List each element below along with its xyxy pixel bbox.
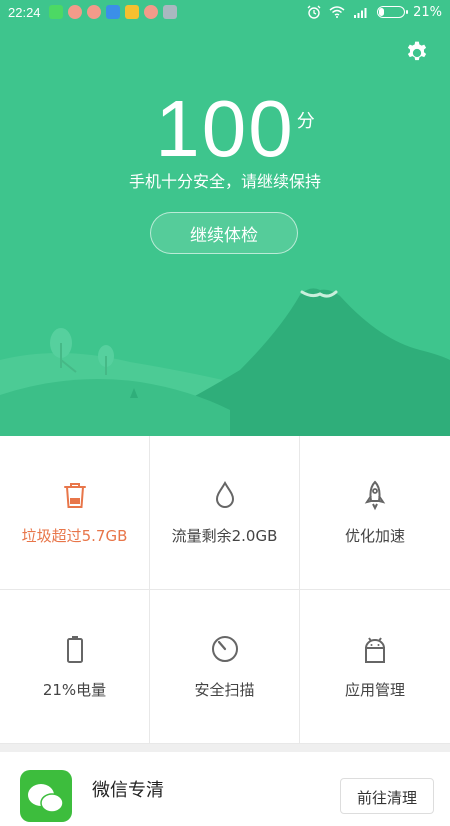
tool-app-manager[interactable]: 应用管理	[300, 590, 450, 744]
go-clean-button[interactable]: 前往清理	[340, 778, 434, 814]
avatar-icon	[143, 5, 158, 19]
battery-icon	[377, 6, 409, 18]
wechat-icon	[48, 5, 63, 19]
tool-scan-label: 安全扫描	[194, 681, 255, 699]
status-time: 22:24	[8, 4, 41, 20]
droplet-icon	[215, 480, 234, 508]
trash-icon	[63, 483, 86, 508]
gear-icon[interactable]	[404, 40, 430, 66]
tool-battery-label: 21%电量	[42, 681, 107, 699]
wechat-clean-card[interactable]: 微信专清 前往清理	[0, 752, 450, 822]
app-icon	[124, 5, 139, 19]
tool-grid: 垃圾超过5.7GB 流量剩余2.0GB 优化加速 21%电量 安全扫描 应用管理	[0, 436, 450, 744]
wechat-icon	[20, 770, 72, 822]
alarm-icon	[307, 5, 321, 19]
tool-data-label: 流量剩余2.0GB	[171, 527, 278, 545]
score-value: 100 分	[155, 84, 314, 173]
tool-optimize[interactable]: 优化加速	[300, 436, 450, 590]
cloud-icon	[105, 5, 120, 19]
score-subtitle: 手机十分安全，请继续保持	[128, 172, 321, 191]
avatar-icon	[67, 5, 82, 19]
status-bar: 22:24 21%	[0, 0, 450, 24]
android-icon	[364, 637, 386, 663]
tool-optimize-label: 优化加速	[344, 527, 405, 545]
mail-icon	[162, 5, 177, 19]
tool-app-label: 应用管理	[344, 681, 405, 699]
tool-cleanup-label: 垃圾超过5.7GB	[21, 527, 128, 545]
continue-check-button[interactable]: 继续体检	[150, 212, 298, 254]
tool-battery[interactable]: 21%电量	[0, 590, 150, 744]
section-divider	[0, 744, 450, 752]
tool-cleanup[interactable]: 垃圾超过5.7GB	[0, 436, 150, 590]
status-right: 21%	[307, 0, 442, 24]
battery-text: 21%	[413, 4, 442, 20]
avatar-icon	[86, 5, 101, 19]
card-title: 微信专清	[92, 780, 164, 801]
battery-icon	[66, 636, 83, 663]
wifi-icon	[329, 6, 345, 18]
tool-data-usage[interactable]: 流量剩余2.0GB	[150, 436, 300, 590]
score-number: 100	[155, 84, 295, 173]
score-unit: 分	[296, 111, 317, 131]
notification-icons	[48, 5, 177, 19]
signal-icon	[354, 8, 367, 18]
tool-security-scan[interactable]: 安全扫描	[150, 590, 300, 744]
scan-icon	[211, 636, 238, 662]
rocket-icon	[364, 480, 386, 511]
score-area: 100 分	[0, 86, 450, 172]
